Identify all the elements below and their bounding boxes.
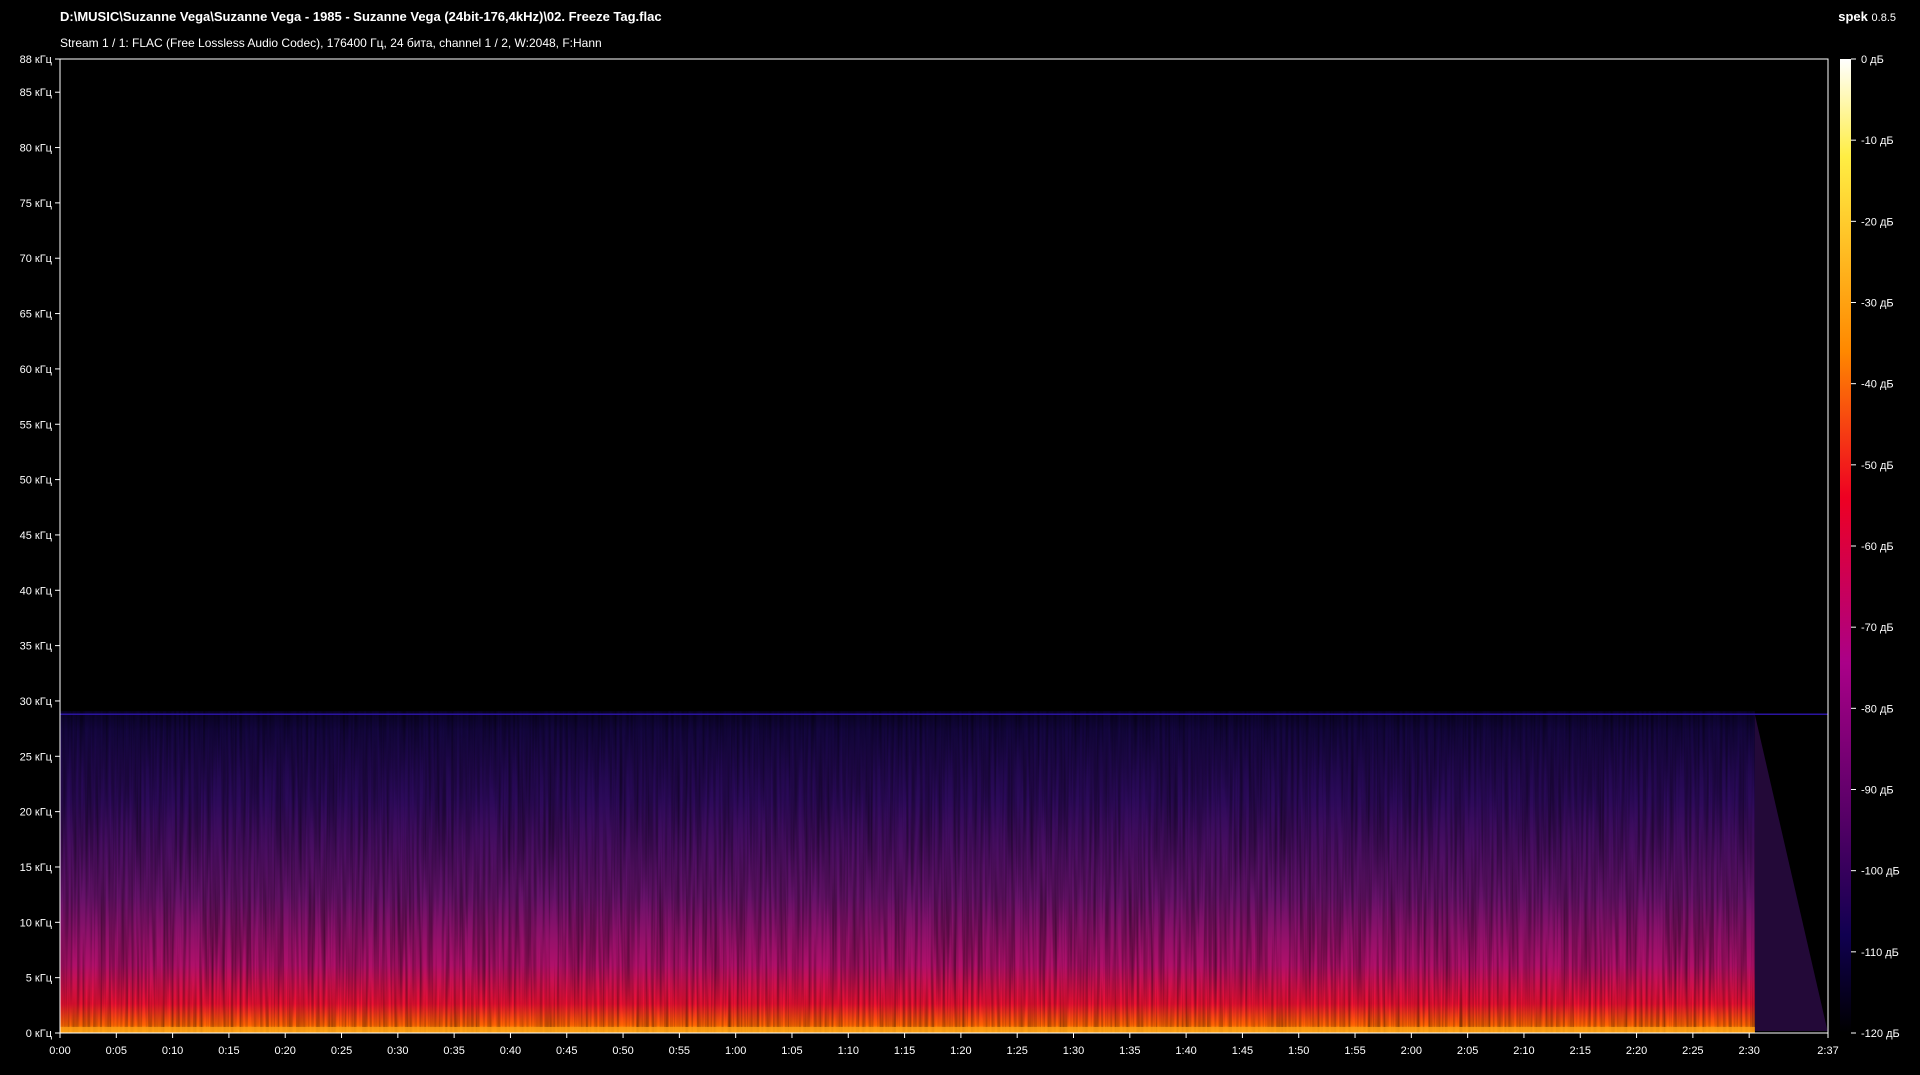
db-tick-label: -20 дБ (1861, 216, 1894, 228)
frequency-axis: 0 кГц 5 кГц 10 кГц 15 кГц 20 кГц 25 кГц 30 кГц… (20, 54, 60, 1040)
y-tick-label: 80 кГц (20, 143, 53, 155)
x-tick-label: 0:35 (443, 1045, 464, 1057)
db-tick-label: -110 дБ (1861, 947, 1899, 959)
spectrogram-chart: 0 кГц 5 кГц 10 кГц 15 кГц 20 кГц 25 кГц 30 кГц… (20, 54, 1900, 1057)
x-tick-label: 1:10 (838, 1045, 859, 1057)
db-tick-label: -70 дБ (1861, 622, 1894, 634)
y-tick-label: 85 кГц (20, 87, 53, 99)
x-tick-label: 2:00 (1401, 1045, 1422, 1057)
x-tick-label: 2:05 (1457, 1045, 1478, 1057)
x-tick-label: 1:45 (1232, 1045, 1253, 1057)
x-tick-label: 0:25 (331, 1045, 352, 1057)
x-tick-label: 1:55 (1344, 1045, 1365, 1057)
x-tick-label: 0:00 (49, 1045, 70, 1057)
db-color-bar (1840, 59, 1851, 1033)
y-tick-label: 65 кГц (20, 309, 53, 321)
time-axis: 0:00 0:05 0:10 0:15 0:20 0:25 0:30 0:35 0:40 0:45… (49, 1033, 1839, 1057)
db-tick-label: -50 дБ (1861, 460, 1894, 472)
x-tick-label: 2:25 (1682, 1045, 1703, 1057)
x-tick-label: 1:50 (1288, 1045, 1309, 1057)
y-tick-label: 35 кГц (20, 641, 53, 653)
y-tick-label: 30 кГц (20, 696, 53, 708)
y-tick-label: 60 кГц (20, 364, 53, 376)
db-tick-label: -90 дБ (1861, 785, 1894, 797)
y-tick-label: 40 кГц (20, 585, 53, 597)
y-tick-label: 0 кГц (26, 1028, 53, 1040)
x-tick-label: 2:10 (1513, 1045, 1534, 1057)
spectrogram-plot (59, 58, 1829, 1034)
db-tick-label: -120 дБ (1861, 1028, 1900, 1040)
db-tick-label: -60 дБ (1861, 541, 1894, 553)
x-tick-label: 1:00 (725, 1045, 746, 1057)
spek-window: D:\MUSIC\Suzanne Vega\Suzanne Vega - 198… (0, 0, 1920, 1075)
x-tick-label: 2:30 (1738, 1045, 1759, 1057)
x-tick-label: 0:45 (556, 1045, 577, 1057)
db-tick-label: -10 дБ (1861, 135, 1894, 147)
db-scale: 0 дБ -10 дБ -20 дБ -30 дБ -40 дБ -50 дБ -60 дБ… (1840, 54, 1900, 1040)
y-tick-label: 20 кГц (20, 807, 53, 819)
y-tick-label: 75 кГц (20, 198, 53, 210)
db-tick-label: -30 дБ (1861, 298, 1894, 310)
db-tick-label: -80 дБ (1861, 703, 1894, 715)
x-tick-label: 0:55 (669, 1045, 690, 1057)
x-tick-label: 0:50 (612, 1045, 633, 1057)
y-tick-label: 10 кГц (20, 917, 53, 929)
y-tick-label: 25 кГц (20, 751, 53, 763)
db-tick-label: -100 дБ (1861, 866, 1900, 878)
x-tick-label: 1:30 (1063, 1045, 1084, 1057)
x-tick-label: 1:15 (894, 1045, 915, 1057)
low-freq-band (60, 1027, 1755, 1033)
y-tick-label: 50 кГц (20, 475, 53, 487)
x-tick-label: 2:37 (1817, 1045, 1838, 1057)
x-tick-label: 1:20 (950, 1045, 971, 1057)
x-tick-label: 2:20 (1626, 1045, 1647, 1057)
x-tick-label: 1:35 (1119, 1045, 1140, 1057)
x-tick-label: 1:25 (1006, 1045, 1027, 1057)
y-tick-label: 45 кГц (20, 530, 53, 542)
db-tick-label: -40 дБ (1861, 379, 1894, 391)
x-tick-label: 0:20 (275, 1045, 296, 1057)
x-tick-label: 0:40 (500, 1045, 521, 1057)
x-tick-label: 0:15 (218, 1045, 239, 1057)
y-tick-label: 15 кГц (20, 862, 53, 874)
x-tick-label: 2:15 (1570, 1045, 1591, 1057)
x-tick-label: 1:05 (781, 1045, 802, 1057)
x-tick-label: 0:05 (106, 1045, 127, 1057)
spectrum-texture (60, 59, 1755, 1033)
y-tick-label: 5 кГц (26, 973, 53, 985)
db-tick-label: 0 дБ (1861, 54, 1884, 66)
x-tick-label: 0:30 (387, 1045, 408, 1057)
x-tick-label: 0:10 (162, 1045, 183, 1057)
y-tick-label: 70 кГц (20, 253, 53, 265)
y-tick-label: 55 кГц (20, 419, 53, 431)
x-tick-label: 1:40 (1175, 1045, 1196, 1057)
y-tick-label: 88 кГц (20, 54, 53, 66)
